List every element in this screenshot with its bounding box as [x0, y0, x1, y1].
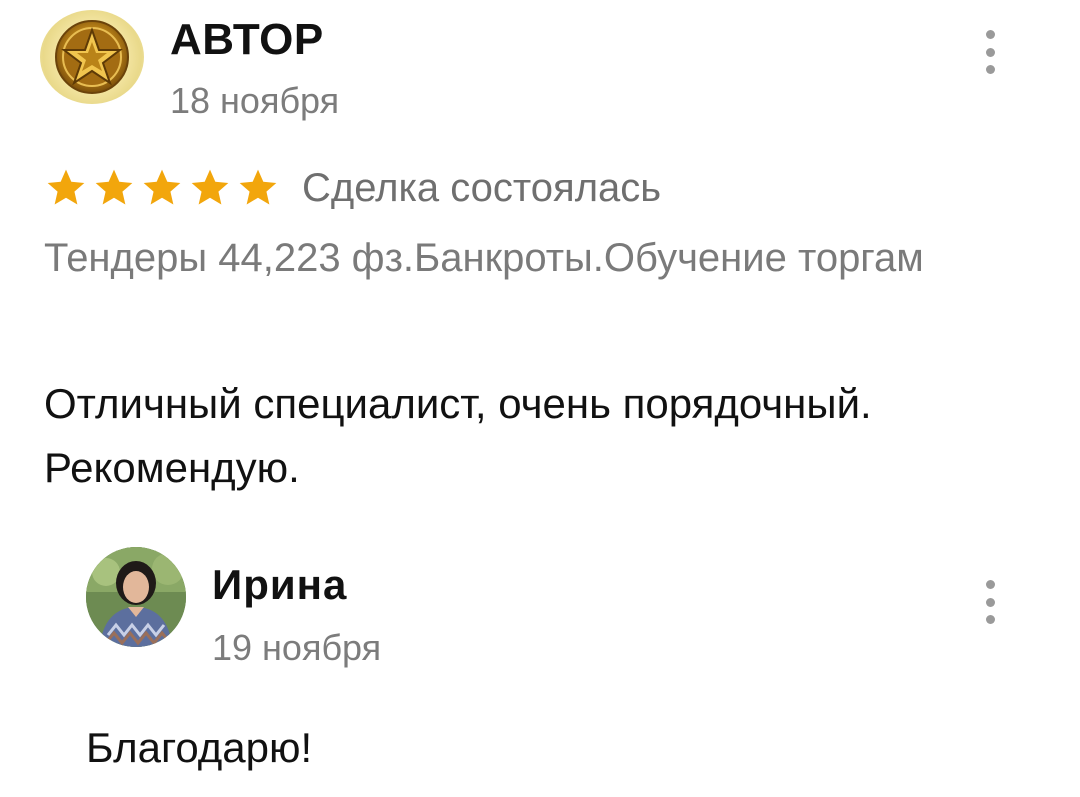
- reply-avatar[interactable]: [86, 547, 186, 647]
- pentacle-icon: [55, 20, 129, 94]
- star-icon: [47, 169, 85, 205]
- menu-dot: [985, 47, 995, 57]
- star-rating: [44, 166, 280, 210]
- reviews-page: АВТОР 18 ноября Сделка состоялась Тендер…: [0, 0, 1080, 797]
- star-icon: [95, 169, 133, 205]
- user-photo: [86, 547, 186, 647]
- star-icon: [191, 169, 229, 205]
- menu-dot: [985, 597, 995, 607]
- reply-author-name[interactable]: Ирина: [212, 560, 347, 610]
- deal-status-label: Сделка состоялась: [302, 166, 662, 210]
- review-date: 18 ноября: [170, 80, 340, 121]
- rating-row: Сделка состоялась: [44, 160, 661, 216]
- service-name[interactable]: Тендеры 44,223 фз.Банкроты.Обучение торг…: [44, 228, 1044, 288]
- more-vertical-icon[interactable]: [980, 580, 1000, 624]
- reply-date: 19 ноября: [212, 627, 382, 668]
- author-avatar[interactable]: [40, 10, 144, 104]
- star-icon: [143, 169, 181, 205]
- menu-dot: [985, 65, 995, 74]
- author-name[interactable]: АВТОР: [170, 14, 324, 66]
- star-icon: [239, 169, 277, 205]
- menu-dot: [985, 615, 995, 624]
- review-text: Отличный специалист, очень порядочный. Р…: [44, 380, 872, 491]
- menu-dot: [985, 30, 995, 39]
- more-vertical-icon[interactable]: [980, 30, 1000, 74]
- menu-dot: [985, 580, 995, 589]
- reply-text: Благодарю!: [86, 724, 313, 771]
